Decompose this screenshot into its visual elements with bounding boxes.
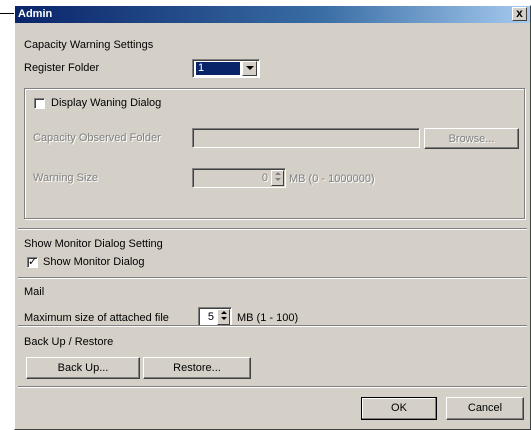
cancel-button[interactable]: Cancel: [446, 397, 524, 420]
register-folder-select[interactable]: 1: [192, 59, 260, 78]
spin-up-icon: [274, 172, 281, 175]
check-icon: ✓: [28, 256, 38, 268]
max-size-label: Maximum size of attached file: [24, 312, 169, 324]
spin-up-icon: [220, 311, 227, 314]
window-title: Admin: [18, 8, 53, 20]
restore-button-label: Restore...: [173, 362, 221, 374]
warning-size-label: Warning Size: [33, 172, 99, 184]
close-icon: x: [516, 6, 523, 20]
dropdown-button[interactable]: [242, 61, 257, 76]
max-size-input[interactable]: 5: [198, 307, 232, 327]
max-size-value: 5: [207, 311, 214, 323]
register-folder-value: 1: [196, 62, 240, 75]
warning-size-value: 0: [261, 172, 268, 184]
max-size-spinner[interactable]: [217, 309, 230, 325]
warning-size-unit: MB (0 - 1000000): [289, 173, 375, 185]
divider: [18, 325, 527, 327]
spin-down-icon: [220, 317, 227, 320]
mail-section-title: Mail: [24, 286, 45, 298]
monitor-section-title: Show Monitor Dialog Setting: [24, 238, 163, 250]
ok-button-label: OK: [391, 402, 407, 414]
browse-button[interactable]: Browse...: [424, 128, 519, 149]
register-folder-label: Register Folder: [24, 62, 100, 74]
cancel-button-label: Cancel: [467, 402, 503, 414]
divider: [18, 228, 527, 230]
chevron-down-icon: [245, 66, 254, 70]
observed-folder-label: Capacity Observed Folder: [33, 132, 161, 144]
restore-button[interactable]: Restore...: [143, 357, 251, 379]
spin-down-icon: [274, 178, 281, 181]
show-monitor-checkbox[interactable]: ✓: [27, 257, 38, 268]
warning-size-input[interactable]: 0: [192, 168, 286, 188]
divider: [18, 277, 527, 279]
divider: [18, 386, 527, 388]
backup-button[interactable]: Back Up...: [26, 357, 140, 379]
title-bar[interactable]: Admin x: [15, 6, 530, 23]
close-button[interactable]: x: [512, 7, 527, 21]
backup-section-title: Back Up / Restore: [24, 336, 114, 348]
warning-size-spinner[interactable]: [271, 170, 284, 186]
admin-dialog: Admin x Capacity Warning Settings Regist…: [14, 5, 531, 430]
display-warning-label: Display Waning Dialog: [51, 97, 162, 109]
max-size-unit: MB (1 - 100): [237, 312, 299, 324]
observed-folder-input[interactable]: [192, 128, 420, 148]
show-monitor-label: Show Monitor Dialog: [43, 256, 145, 268]
display-warning-checkbox[interactable]: [34, 98, 45, 109]
capacity-section-title: Capacity Warning Settings: [24, 39, 154, 51]
backup-button-label: Back Up...: [57, 362, 109, 374]
ok-button[interactable]: OK: [361, 397, 437, 420]
